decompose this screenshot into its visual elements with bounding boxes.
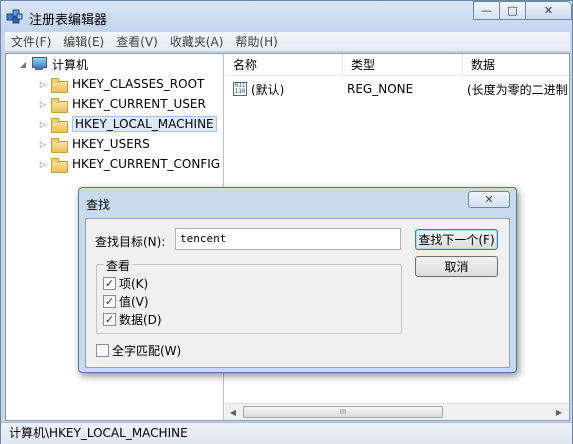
checkbox-checked-icon[interactable]: ✓ — [103, 276, 116, 290]
tree-item-hklm[interactable]: ▷ HKEY_LOCAL_MACHINE — [38, 114, 217, 134]
scroll-right-icon[interactable]: ▶ — [553, 406, 565, 418]
status-bar: 计算机\HKEY_LOCAL_MACHINE — [1, 422, 572, 444]
tree-item-hkcr[interactable]: ▷ HKEY_CLASSES_ROOT — [38, 74, 204, 94]
expand-arrow-icon[interactable]: ▷ — [38, 79, 48, 89]
value-name: (默认) — [251, 82, 285, 97]
dialog-title: 查找 — [86, 198, 111, 212]
checkbox-checked-icon[interactable]: ✓ — [103, 312, 116, 326]
folder-icon — [51, 157, 68, 173]
value-data: (长度为零的二进制 — [467, 82, 568, 97]
dialog-body: 查找目标(N): tencent 查找下一个(F) 取消 查看 ✓ 项(K) ✓… — [85, 218, 510, 368]
list-header: 名称 类型 数据 — [225, 54, 569, 76]
tree-root-label: 计算机 — [52, 57, 89, 72]
tree-item-label-selected: HKEY_LOCAL_MACHINE — [72, 116, 217, 132]
caption-buttons: — □ ✕ — [473, 1, 572, 20]
dialog-close-button[interactable]: ✕ — [468, 191, 510, 208]
option-data-label: 数据(D) — [119, 312, 162, 327]
checkbox-checked-icon[interactable]: ✓ — [103, 294, 116, 308]
minimize-button[interactable]: — — [473, 1, 500, 20]
window-title: 注册表编辑器 — [29, 13, 108, 28]
look-at-title: 查看 — [104, 257, 133, 274]
tree-item-hku[interactable]: ▷ HKEY_USERS — [38, 134, 150, 154]
option-whole-match[interactable]: 全字匹配(W) — [96, 341, 181, 359]
menu-file[interactable]: 文件(F) — [5, 33, 57, 50]
tree-root-computer[interactable]: ◢ 计算机 — [18, 54, 88, 74]
tree-item-label: HKEY_USERS — [72, 137, 150, 151]
look-at-group: 查看 ✓ 项(K) ✓ 值(V) ✓ 数据(D) — [96, 257, 402, 334]
folder-icon — [51, 137, 68, 153]
menu-help[interactable]: 帮助(H) — [229, 33, 283, 50]
expand-arrow-icon[interactable]: ▷ — [38, 99, 48, 109]
value-type: REG_NONE — [347, 82, 414, 96]
menu-view[interactable]: 查看(V) — [110, 33, 164, 50]
close-icon: ✕ — [543, 4, 554, 17]
cancel-button[interactable]: 取消 — [415, 256, 498, 277]
menu-edit[interactable]: 编辑(E) — [57, 33, 110, 50]
column-data[interactable]: 数据 — [463, 54, 569, 76]
tree-item-label: HKEY_CURRENT_CONFIG — [72, 157, 221, 171]
tree-item-hkcu[interactable]: ▷ HKEY_CURRENT_USER — [38, 94, 206, 114]
tree-item-label: HKEY_CURRENT_USER — [72, 97, 206, 111]
maximize-icon: □ — [507, 4, 518, 17]
whole-match-label: 全字匹配(W) — [112, 343, 182, 358]
computer-icon — [31, 57, 47, 71]
collapse-arrow-icon[interactable]: ◢ — [18, 59, 28, 69]
column-type[interactable]: 类型 — [343, 54, 463, 76]
minimize-icon: — — [481, 4, 492, 17]
checkbox-unchecked-icon[interactable] — [96, 343, 109, 357]
menu-bar: 文件(F) 编辑(E) 查看(V) 收藏夹(A) 帮助(H) — [5, 32, 570, 52]
tree-item-label: HKEY_CLASSES_ROOT — [72, 77, 205, 91]
folder-icon — [51, 77, 68, 93]
horizontal-scrollbar[interactable]: ◀ III ▶ — [225, 403, 569, 420]
expand-arrow-icon[interactable]: ▷ — [38, 159, 48, 169]
binary-value-icon: 011 110 — [233, 82, 247, 96]
expand-arrow-icon[interactable]: ▷ — [38, 119, 48, 129]
option-values[interactable]: ✓ 值(V) — [103, 292, 149, 310]
title-bar[interactable]: 注册表编辑器 — □ ✕ — [1, 1, 572, 31]
find-target-label: 查找目标(N): — [95, 235, 166, 249]
tree-item-hkcc[interactable]: ▷ HKEY_CURRENT_CONFIG — [38, 154, 220, 174]
find-next-button[interactable]: 查找下一个(F) — [415, 229, 498, 250]
scroll-left-icon[interactable]: ◀ — [227, 406, 239, 418]
option-keys[interactable]: ✓ 项(K) — [103, 274, 148, 292]
close-icon: ✕ — [484, 193, 494, 206]
option-keys-label: 项(K) — [119, 276, 149, 291]
regedit-app-icon — [6, 9, 23, 24]
maximize-button[interactable]: □ — [499, 1, 526, 20]
folder-icon — [51, 97, 68, 113]
expand-arrow-icon[interactable]: ▷ — [38, 139, 48, 149]
close-button[interactable]: ✕ — [525, 1, 572, 20]
option-data[interactable]: ✓ 数据(D) — [103, 310, 162, 328]
folder-icon — [51, 117, 68, 133]
menu-favorites[interactable]: 收藏夹(A) — [164, 33, 230, 50]
option-values-label: 值(V) — [119, 294, 149, 309]
find-dialog: 查找 ✕ 查找目标(N): tencent 查找下一个(F) 取消 查看 ✓ 项… — [78, 187, 517, 373]
find-target-input[interactable]: tencent — [175, 228, 401, 250]
column-name[interactable]: 名称 — [225, 54, 343, 76]
scroll-thumb[interactable]: III — [243, 406, 443, 418]
list-row[interactable]: 011 110 (默认) REG_NONE (长度为零的二进制 — [225, 79, 573, 99]
